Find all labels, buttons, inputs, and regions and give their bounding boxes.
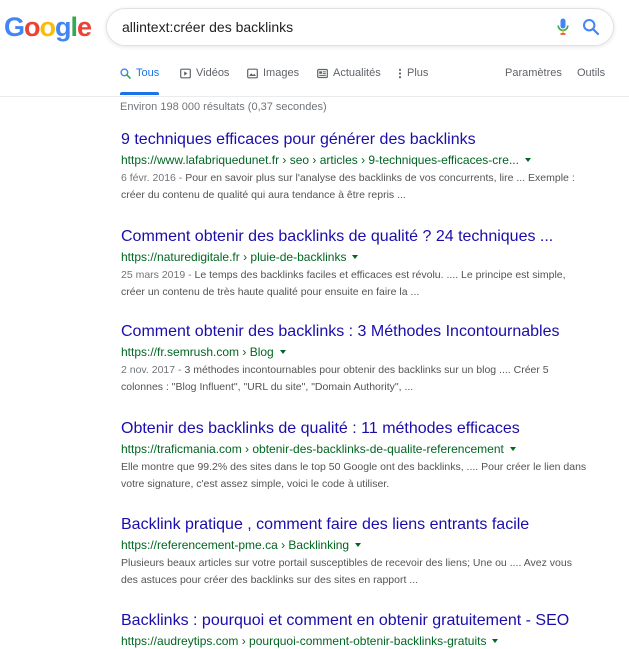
tab-images[interactable]: Images [247, 67, 299, 79]
result-snippet-text: Plusieurs beaux articles sur votre porta… [121, 557, 572, 586]
result-title-link[interactable]: Comment obtenir des backlinks de qualité… [121, 227, 616, 247]
caret-down-icon[interactable] [524, 158, 531, 162]
microphone-icon[interactable] [557, 18, 569, 41]
result-url-text[interactable]: https://www.lafabriquedunet.fr › seo › a… [121, 152, 519, 168]
result-title-link[interactable]: 9 techniques efficaces pour générer des … [121, 130, 616, 150]
logo-letter-o1: o [24, 12, 40, 42]
tab-videos-label: Vidéos [196, 67, 230, 79]
result-snippet-text: Pour en savoir plus sur l'analyse des ba… [121, 172, 575, 201]
video-icon [180, 68, 191, 78]
image-icon [247, 68, 258, 78]
tools-label: Outils [577, 67, 606, 79]
tab-news[interactable]: Actualités [317, 67, 381, 79]
caret-down-icon[interactable] [279, 350, 286, 354]
result-snippet: 2 nov. 2017 - 3 méthodes incontournables… [121, 362, 591, 396]
more-vert-icon [398, 68, 402, 78]
tab-more-label: Plus [407, 67, 429, 79]
result-snippet: 25 mars 2019 - Le temps des backlinks fa… [121, 267, 591, 301]
tab-news-label: Actualités [333, 67, 381, 79]
logo-letter-g: G [4, 12, 25, 42]
result-snippet: Plusieurs beaux articles sur votre porta… [121, 555, 591, 589]
tools-link[interactable]: Outils [577, 67, 605, 79]
search-result: Backlink pratique , comment faire des li… [121, 515, 616, 589]
caret-down-icon[interactable] [355, 543, 362, 547]
logo-letter-e: e [77, 12, 92, 42]
search-result: Obtenir des backlinks de qualité : 11 mé… [121, 419, 616, 493]
google-logo[interactable]: Google [4, 12, 92, 43]
settings-label: Paramètres [505, 67, 562, 79]
result-url: https://fr.semrush.com › Blog [121, 344, 616, 360]
tab-images-label: Images [263, 67, 300, 79]
result-url-text[interactable]: https://fr.semrush.com › Blog [121, 344, 274, 360]
result-stats: Environ 198 000 résultats (0,37 secondes… [120, 101, 327, 113]
result-snippet: 6 févr. 2016 - Pour en savoir plus sur l… [121, 170, 591, 204]
news-icon [317, 68, 328, 78]
result-url: https://traficmania.com › obtenir-des-ba… [121, 441, 616, 457]
result-title-link[interactable]: Backlink pratique , comment faire des li… [121, 515, 616, 535]
result-url: https://referencement-pme.ca › Backlinki… [121, 537, 616, 553]
result-url-text[interactable]: https://audreytips.com › pourquoi-commen… [121, 633, 486, 649]
result-snippet: Elle montre que 99.2% des sites dans le … [121, 459, 591, 493]
result-url-text[interactable]: https://traficmania.com › obtenir-des-ba… [121, 441, 504, 457]
tab-all-label: Tous [136, 67, 160, 79]
result-date: 25 mars 2019 - [121, 269, 195, 281]
search-box[interactable]: allintext:créer des backlinks [106, 8, 614, 46]
result-snippet-text: 3 méthodes incontournables pour obtenir … [121, 364, 549, 393]
search-tabs: Tous Vidéos Images Actualités Plus Param… [0, 66, 629, 97]
settings-link[interactable]: Paramètres [505, 67, 562, 79]
search-result: Comment obtenir des backlinks : 3 Méthod… [121, 322, 616, 396]
result-url: https://www.lafabriquedunet.fr › seo › a… [121, 152, 616, 168]
tab-videos[interactable]: Vidéos [180, 67, 229, 79]
caret-down-icon[interactable] [352, 255, 359, 259]
tab-more[interactable]: Plus [398, 67, 428, 79]
result-date: 2 nov. 2017 - [121, 364, 185, 376]
search-icon [120, 67, 131, 79]
search-icon[interactable] [582, 18, 600, 41]
result-title-link[interactable]: Comment obtenir des backlinks : 3 Méthod… [121, 322, 616, 342]
result-snippet-text: Elle montre que 99.2% des sites dans le … [121, 461, 587, 490]
result-url: https://audreytips.com › pourquoi-commen… [121, 633, 616, 649]
result-title-link[interactable]: Backlinks : pourquoi et comment en obten… [121, 611, 616, 631]
result-date: 6 févr. 2016 - [121, 172, 186, 184]
caret-down-icon[interactable] [509, 447, 516, 451]
result-url-text[interactable]: https://naturedigitale.fr › pluie-de-bac… [121, 249, 346, 265]
search-result: 9 techniques efficaces pour générer des … [121, 130, 616, 204]
search-result: Comment obtenir des backlinks de qualité… [121, 227, 616, 301]
logo-letter-o2: o [39, 12, 56, 42]
result-title-link[interactable]: Obtenir des backlinks de qualité : 11 mé… [121, 419, 616, 439]
tab-all[interactable]: Tous [120, 67, 160, 95]
result-url: https://naturedigitale.fr › pluie-de-bac… [121, 249, 616, 265]
caret-down-icon[interactable] [492, 639, 499, 643]
search-input[interactable]: allintext:créer des backlinks [122, 19, 293, 35]
search-result: Backlinks : pourquoi et comment en obten… [121, 611, 616, 649]
result-url-text[interactable]: https://referencement-pme.ca › Backlinki… [121, 537, 349, 553]
logo-letter-g2: g [55, 12, 71, 42]
